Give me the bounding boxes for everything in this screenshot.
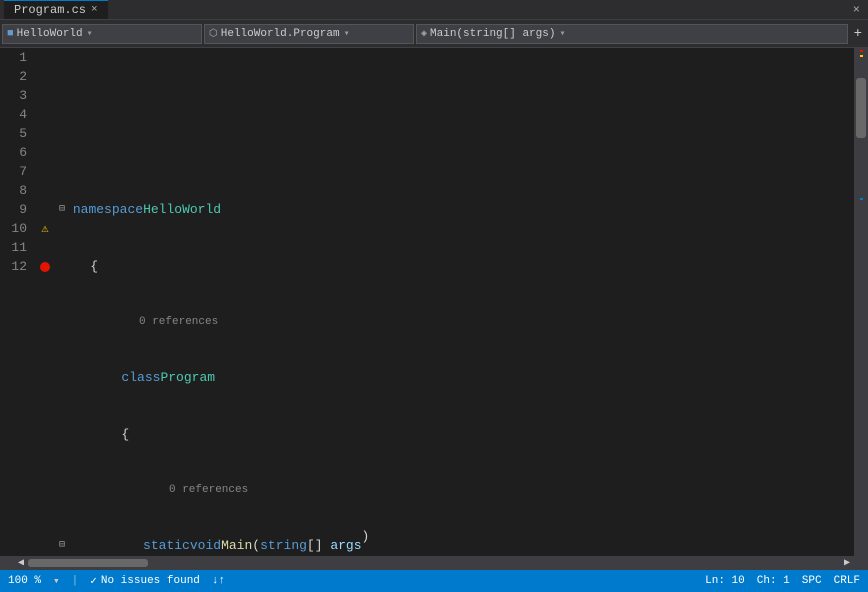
gutter-line-2 [35,67,55,86]
code-line-5: 0 references [55,314,854,330]
warning-icon: ⚠ [41,221,48,236]
collapse-namespace[interactable]: ⊟ [59,200,65,219]
member-arrow-icon: ▾ [559,28,565,40]
code-line-7: { [55,425,854,444]
horizontal-scrollbar[interactable]: ◀ ▶ [0,556,868,570]
spaces-indicator[interactable]: SPC [802,575,822,587]
gutter-line-8 [35,181,55,200]
gutter-line-9 [35,200,55,219]
scrollbar-thumb[interactable] [856,78,866,138]
tab-close-icon[interactable]: × [91,4,98,16]
add-file-icon[interactable]: + [850,26,866,42]
namespace-label: HelloWorld.Program [221,28,340,40]
gutter-line-1 [35,48,55,67]
breakpoint-dot[interactable] [40,262,50,272]
zoom-level[interactable]: 100 % [8,575,41,587]
issues-status: ✓ No issues found [90,574,200,588]
gutter-line-7 [35,162,55,181]
status-right: Ln: 10 Ch: 1 SPC CRLF [705,575,860,587]
tab-label: Program.cs [14,3,86,17]
line-ending[interactable]: CRLF [834,575,860,587]
gutter-line-11 [35,238,55,257]
check-icon: ✓ [90,574,97,588]
line-numbers: 12345 678910 1112 [0,48,35,556]
code-line-3: ⊟ namespace HelloWorld [55,200,854,219]
code-line-8: 0 references [55,482,854,498]
scroll-right-btn[interactable]: ▶ [840,556,854,570]
vertical-scrollbar[interactable] [854,48,868,556]
code-line-4: { [55,257,854,276]
char-number: Ch: 1 [757,575,790,587]
gutter-line-10: ⚠ [35,219,55,238]
gutter-line-5 [35,124,55,143]
gutter-line-12 [35,257,55,276]
project-dropdown[interactable]: ■ HelloWorld ▾ [2,24,202,44]
nav-arrows-icon[interactable]: ↓↑ [212,575,225,587]
code-line-2 [55,143,854,162]
project-arrow-icon: ▾ [87,28,93,40]
code-line-9: ⊟ static void Main(string[] args) [55,536,854,555]
code-lines: ⊟ namespace HelloWorld { 0 references cl… [55,48,854,556]
collapse-main[interactable]: ⊟ [59,536,65,555]
nav-bar: ■ HelloWorld ▾ ⬡ HelloWorld.Program ▾ ◈ … [0,20,868,48]
window-close-icon[interactable]: × [849,3,864,17]
gutter-line-3 [35,86,55,105]
code-line-1 [55,86,854,105]
member-dropdown[interactable]: ◈ Main(string[] args) ▾ [416,24,848,44]
line-number: Ln: 10 [705,575,745,587]
gutter: ⚠ [35,48,55,556]
namespace-dropdown[interactable]: ⬡ HelloWorld.Program ▾ [204,24,414,44]
status-bar: 100 % ▾ | ✓ No issues found ↓↑ Ln: 10 Ch… [0,570,868,592]
issues-text: No issues found [101,575,200,587]
program-cs-tab[interactable]: Program.cs × [4,0,108,19]
h-scrollbar-thumb[interactable] [28,559,148,567]
namespace-arrow-icon: ▾ [344,28,350,40]
scroll-left-btn[interactable]: ◀ [14,556,28,570]
project-label: HelloWorld [17,28,83,40]
code-area: ⊟ namespace HelloWorld { 0 references cl… [55,48,854,556]
code-line-6: class Program [55,368,854,387]
gutter-line-6 [35,143,55,162]
gutter-line-4 [35,105,55,124]
member-label: Main(string[] args) [430,28,555,40]
